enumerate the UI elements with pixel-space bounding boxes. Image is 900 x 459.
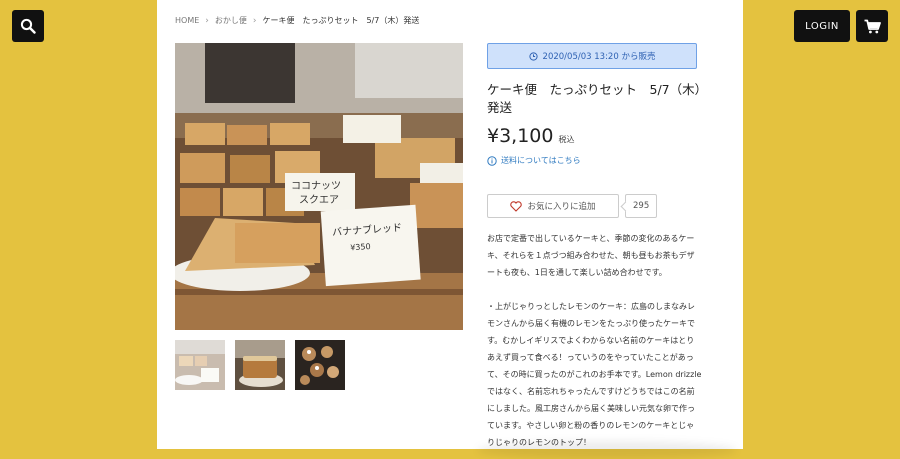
thumbnail-strip (175, 340, 345, 390)
chevron-right-icon: › (252, 15, 257, 26)
shipping-link-text: 送料についてはこちら (501, 156, 581, 165)
description-line: キ、それらを１点づつ組み合わせた、朝も昼もお茶もデザ (487, 251, 695, 260)
sale-start-text: 2020/05/03 13:20 から販売 (542, 52, 656, 62)
scroll-shadow (477, 441, 737, 459)
cart-button[interactable] (856, 10, 888, 42)
thumbnail-3[interactable] (295, 340, 345, 390)
photo-card-coconut: ココナッツ (291, 180, 341, 192)
info-icon (487, 155, 497, 166)
sale-start-badge: 2020/05/03 13:20 から販売 (487, 43, 697, 69)
description-line: ではなく、名前忘れちゃったんですけどうちではこの名前 (487, 387, 695, 396)
clock-icon (528, 51, 538, 61)
chevron-right-icon: › (205, 15, 209, 26)
product-panel: HOME › おかし便 › ケーキ便 たっぷりセット 5/7（木）発送 ココナッ… (157, 0, 743, 459)
product-info: 2020/05/03 13:20 から販売 ケーキ便 たっぷりセット 5/7（木… (487, 43, 727, 451)
description-line: す。むかしイギリスでよくわからない名前のケーキはとり (487, 336, 695, 345)
favorite-row: お気に入りに追加 295 (487, 194, 727, 218)
main-product-photo: ココナッツ スクエア バナナブレッド ¥350 (175, 43, 463, 330)
description-line: ートも夜も、1日を通して楽しい詰め合わせです。 (487, 268, 667, 277)
breadcrumb-current: ケーキ便 たっぷりセット 5/7（木）発送 (262, 16, 420, 25)
thumbnail-2[interactable] (235, 340, 285, 390)
price-row: ¥3,100 税込 (487, 125, 727, 147)
breadcrumb-home[interactable]: HOME (175, 16, 199, 25)
thumbnail-1[interactable] (175, 340, 225, 390)
description-line: にしました。風工房さんから届く美味しい元気な卵で作っ (487, 404, 695, 413)
favorite-count: 295 (625, 194, 658, 218)
description-line: あえず買って食べる！っていうのをやっていたことがあっ (487, 353, 694, 362)
favorite-label: お気に入りに追加 (527, 202, 596, 212)
description-line: ・上がじゃりっとしたレモンのケーキ：広島のしまなみレ (487, 302, 695, 311)
description-line: モンさんから届く有機のレモンをたっぷり使ったケーキで (487, 319, 695, 328)
shipping-info-link[interactable]: 送料についてはこちら (487, 155, 727, 166)
breadcrumb-category[interactable]: おかし便 (215, 15, 247, 26)
description-line: お店で定番で出しているケーキと、季節の変化のあるケー (487, 234, 695, 243)
tax-label: 税込 (558, 135, 575, 144)
svg-text:スクエア: スクエア (299, 194, 339, 206)
heart-icon (510, 200, 523, 212)
description-line: て、その時に買ったのがこれのお手本です。Lemon drizzle (487, 370, 702, 379)
search-icon (20, 18, 36, 34)
cart-icon (864, 19, 881, 33)
svg-text:¥350: ¥350 (350, 242, 371, 252)
breadcrumb: HOME › おかし便 › ケーキ便 たっぷりセット 5/7（木）発送 (175, 15, 419, 26)
add-to-favorites-button[interactable]: お気に入りに追加 (487, 194, 619, 218)
search-button[interactable] (12, 10, 44, 42)
description-line (487, 281, 727, 298)
login-button[interactable]: LOGIN (794, 10, 850, 42)
description-line: ています。やさしい卵と粉の香りのレモンのケーキとじゃ (487, 421, 695, 430)
product-title: ケーキ便 たっぷりセット 5/7（木）発送 (487, 82, 708, 115)
product-description: お店で定番で出しているケーキと、季節の変化のあるケー キ、それらを１点づつ組み合わ… (487, 230, 727, 451)
product-price: ¥3,100 (487, 125, 554, 147)
